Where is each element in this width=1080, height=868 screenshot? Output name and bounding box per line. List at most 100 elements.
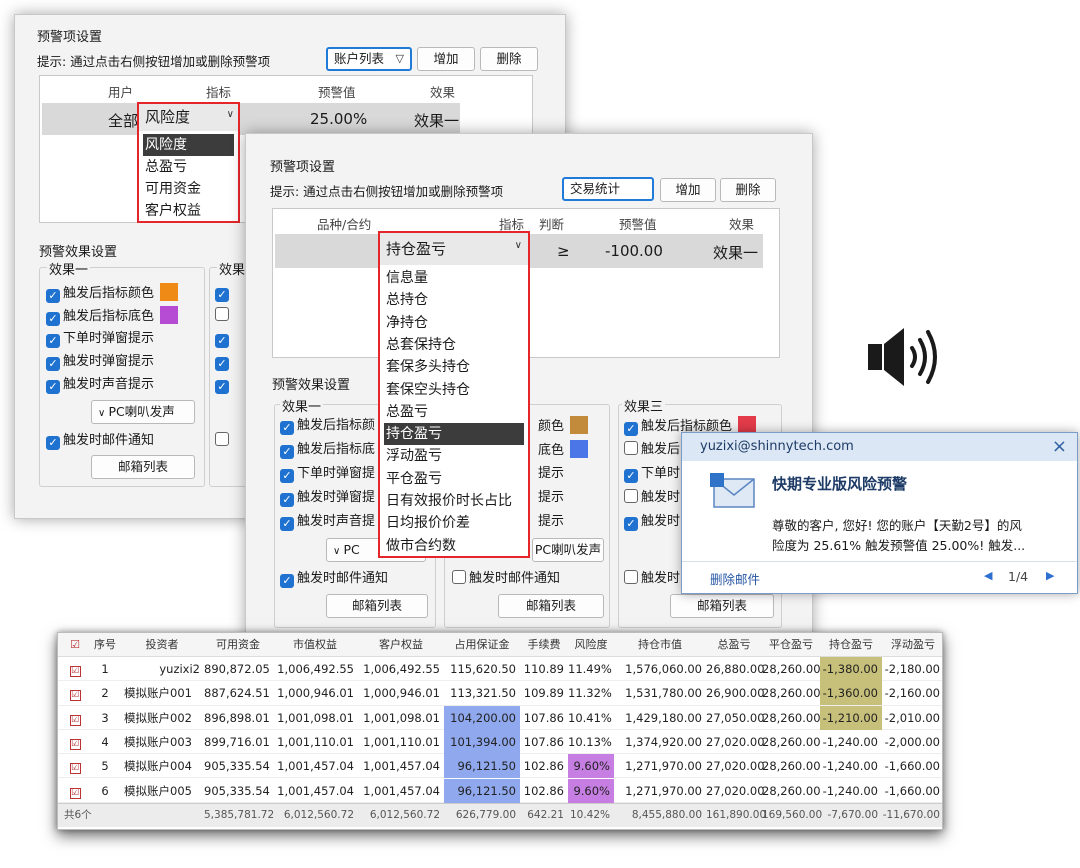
- back-sound-select[interactable]: ∨ PC喇叭发声: [91, 400, 195, 424]
- back-effect-row-5[interactable]: ✓ 触发时声音提示: [46, 375, 154, 395]
- back-add-button[interactable]: 增加: [417, 47, 475, 71]
- table-header-cell[interactable]: 市值权益: [272, 633, 358, 657]
- row-checkbox[interactable]: ☑: [60, 681, 90, 705]
- front-dd-option[interactable]: 日均报价价差: [384, 512, 524, 534]
- front-dd-option[interactable]: 套保多头持仓: [384, 356, 524, 378]
- row-checkbox[interactable]: ☑: [60, 706, 90, 730]
- checkbox-checked[interactable]: ✓: [280, 493, 294, 507]
- back-account-list-select[interactable]: 账户列表 ▽: [326, 47, 412, 71]
- checkbox-checked[interactable]: ✓: [280, 421, 294, 435]
- front-dd-option[interactable]: 日有效报价时长占比: [384, 490, 524, 512]
- table-header-cell[interactable]: 可用资金: [204, 633, 272, 657]
- checkbox-checked[interactable]: ✓: [280, 445, 294, 459]
- next-arrow-icon[interactable]: ▶: [1046, 569, 1054, 582]
- front-email-notify-2[interactable]: 触发时邮件通知: [452, 569, 560, 589]
- table-header-cell[interactable]: 占用保证金: [444, 633, 520, 657]
- front-dd-option[interactable]: 总套保持仓: [384, 334, 524, 356]
- back-g2-cb-5[interactable]: ✓: [215, 375, 232, 395]
- back-indicator-combo[interactable]: 风险度 ∨: [139, 104, 238, 131]
- checkbox-checked[interactable]: ✓: [280, 574, 294, 588]
- table-header-cell[interactable]: 序号: [90, 633, 120, 657]
- back-dd-option[interactable]: 总盈亏: [143, 156, 187, 178]
- table-header-cell[interactable]: ☑: [60, 633, 90, 657]
- front-mailbox-list-button-1[interactable]: 邮箱列表: [326, 594, 428, 618]
- checkbox-checked[interactable]: ☑: [69, 666, 81, 677]
- back-delete-button[interactable]: 删除: [480, 47, 538, 71]
- back-dd-option[interactable]: 可用资金: [143, 178, 201, 200]
- front-mailbox-list-button-3[interactable]: 邮箱列表: [670, 594, 774, 618]
- front-g3-row-5[interactable]: ✓ 触发时: [624, 512, 680, 532]
- back-effect-row-3[interactable]: ✓ 下单时弹窗提示: [46, 329, 154, 349]
- back-effect-row-1[interactable]: ✓ 触发后指标颜色: [46, 283, 179, 303]
- checkbox-checked[interactable]: ✓: [46, 289, 60, 303]
- front-dd-option[interactable]: 净持仓: [384, 312, 524, 334]
- front-g3-row-4[interactable]: 触发时: [624, 488, 680, 508]
- front-effect-row-4[interactable]: ✓ 触发时弹窗提: [280, 488, 375, 508]
- close-icon[interactable]: ×: [1052, 433, 1067, 461]
- checkbox-checked[interactable]: ☑: [69, 763, 81, 775]
- delete-mail-link[interactable]: 删除邮件: [710, 569, 760, 588]
- row-checkbox[interactable]: ☑: [60, 730, 90, 754]
- front-email-notify-1[interactable]: ✓ 触发时邮件通知: [280, 569, 388, 589]
- brown-swatch[interactable]: [570, 416, 589, 434]
- back-g2-cb-1[interactable]: ✓: [215, 283, 232, 303]
- back-indicator-dropdown[interactable]: 风险度 ∨ 风险度 总盈亏 可用资金 客户权益: [137, 102, 240, 223]
- table-header-cell[interactable]: 总盈亏: [706, 633, 762, 657]
- front-delete-button[interactable]: 删除: [720, 178, 776, 202]
- back-dd-option[interactable]: 风险度: [143, 134, 234, 156]
- front-dd-option[interactable]: 浮动盈亏: [384, 445, 524, 467]
- table-header-cell[interactable]: 平仓盈亏: [762, 633, 820, 657]
- row-checkbox[interactable]: ☑: [60, 657, 90, 681]
- checkbox-unchecked[interactable]: [624, 570, 638, 584]
- back-effect-row-4[interactable]: ✓ 触发时弹窗提示: [46, 352, 154, 372]
- front-indicator-combo[interactable]: 持仓盈亏 ∨: [380, 233, 528, 265]
- checkbox-checked[interactable]: ☑: [69, 738, 81, 750]
- back-g2-cb-3[interactable]: ✓: [215, 329, 232, 349]
- checkbox-unchecked[interactable]: [452, 570, 466, 584]
- checkbox-checked[interactable]: ☑: [69, 690, 81, 702]
- back-alert-row[interactable]: [42, 103, 460, 135]
- back-dd-option[interactable]: 客户权益: [143, 200, 201, 222]
- row-checkbox[interactable]: ☑: [60, 779, 90, 803]
- front-dd-option[interactable]: 信息量: [384, 267, 524, 289]
- table-header-cell[interactable]: 投资者: [120, 633, 204, 657]
- checkbox-checked[interactable]: ✓: [46, 436, 60, 450]
- front-trade-stats-select[interactable]: 交易统计: [562, 177, 654, 201]
- checkbox-checked[interactable]: ✓: [46, 334, 60, 348]
- back-g2-cb-2[interactable]: [215, 306, 232, 326]
- front-dd-option[interactable]: 总盈亏: [384, 401, 524, 423]
- front-effect-row-1[interactable]: ✓ 触发后指标颜: [280, 416, 375, 436]
- front-effect-row-5[interactable]: ✓ 触发时声音提: [280, 512, 375, 532]
- front-g3-row-3[interactable]: ✓ 下单时: [624, 464, 680, 484]
- checkbox-checked[interactable]: ✓: [46, 312, 60, 326]
- checkbox-checked[interactable]: ✓: [280, 517, 294, 531]
- table-header-cell[interactable]: 持仓盈亏: [820, 633, 882, 657]
- front-effect-row-2[interactable]: ✓ 触发后指标底: [280, 440, 375, 460]
- front-add-button[interactable]: 增加: [660, 178, 716, 202]
- front-dd-option[interactable]: 总持仓: [384, 289, 524, 311]
- back-g2-cb-6[interactable]: [215, 431, 232, 451]
- blue-swatch[interactable]: [570, 440, 589, 458]
- orange-swatch[interactable]: [160, 283, 179, 301]
- front-mailbox-list-button-2[interactable]: 邮箱列表: [498, 594, 604, 618]
- checkbox-checked[interactable]: ✓: [280, 469, 294, 483]
- checkbox-checked[interactable]: ✓: [46, 357, 60, 371]
- checkbox-checked[interactable]: ☑: [69, 787, 81, 799]
- front-g3-row-2[interactable]: 触发后: [624, 440, 680, 460]
- back-mailbox-list-button[interactable]: 邮箱列表: [91, 455, 195, 479]
- front-effect-row-3[interactable]: ✓ 下单时弹窗提: [280, 464, 375, 484]
- table-header-cell[interactable]: 手续费: [520, 633, 568, 657]
- back-g2-cb-4[interactable]: ✓: [215, 352, 232, 372]
- front-dd-option[interactable]: 平仓盈亏: [384, 468, 524, 490]
- row-checkbox[interactable]: ☑: [60, 754, 90, 778]
- front-sound-select-2[interactable]: PC喇叭发声: [532, 538, 604, 562]
- front-dd-option[interactable]: 套保空头持仓: [384, 379, 524, 401]
- front-dd-option[interactable]: 做市合约数: [384, 535, 524, 557]
- front-dd-option[interactable]: 持仓盈亏: [384, 423, 524, 446]
- table-header-cell[interactable]: 客户权益: [358, 633, 444, 657]
- table-header-cell[interactable]: 风险度: [568, 633, 614, 657]
- back-email-notify[interactable]: ✓ 触发时邮件通知: [46, 431, 154, 451]
- checkbox-checked[interactable]: ☑: [69, 714, 81, 726]
- purple-swatch[interactable]: [160, 306, 179, 324]
- email-notification-popup[interactable]: yuzixi@shinnytech.com × 快期专业版风险预警 尊敬的客户,…: [681, 432, 1078, 594]
